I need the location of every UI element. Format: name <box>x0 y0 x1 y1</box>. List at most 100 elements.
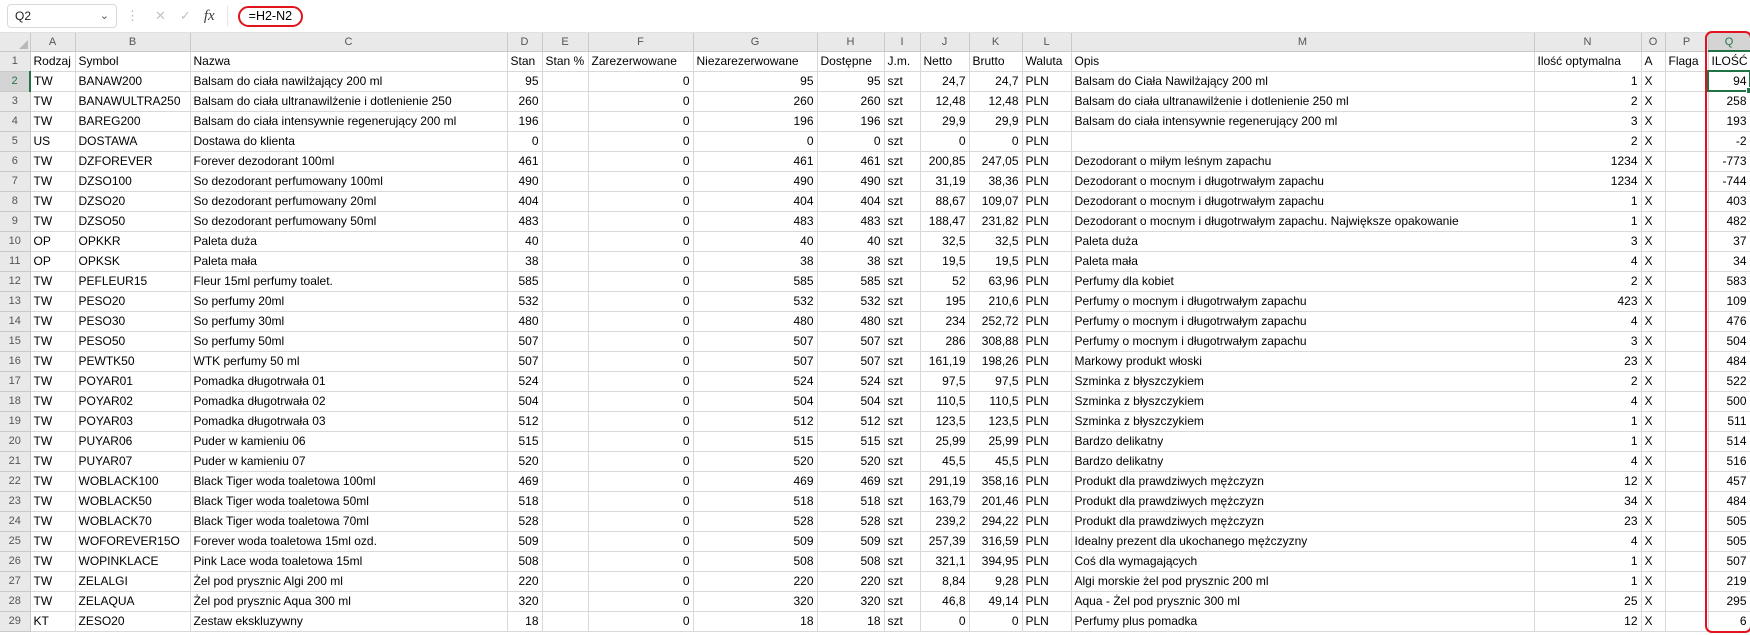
cell-J19[interactable]: 123,5 <box>920 411 970 432</box>
cell-Q23[interactable]: 484 <box>1708 491 1750 512</box>
row-header-3[interactable]: 3 <box>0 91 31 112</box>
cell-D18[interactable]: 504 <box>507 391 543 412</box>
cell-Q24[interactable]: 505 <box>1708 511 1750 532</box>
cell-A12[interactable]: TW <box>30 271 76 292</box>
cell-G21[interactable]: 520 <box>693 451 818 472</box>
cell-L15[interactable]: PLN <box>1022 331 1072 352</box>
cell-C5[interactable]: Dostawa do klienta <box>190 131 508 152</box>
cell-G16[interactable]: 507 <box>693 351 818 372</box>
cell-O15[interactable]: X <box>1641 331 1666 352</box>
cell-I7[interactable]: szt <box>884 171 921 192</box>
cell-P29[interactable] <box>1665 611 1709 632</box>
cell-P18[interactable] <box>1665 391 1709 412</box>
cell-B3[interactable]: BANAWULTRA250 <box>75 91 191 112</box>
cell-K20[interactable]: 25,99 <box>969 431 1023 452</box>
cell-K17[interactable]: 97,5 <box>969 371 1023 392</box>
name-box[interactable]: Q2 ⌄ <box>7 4 117 28</box>
cell-J11[interactable]: 19,5 <box>920 251 970 272</box>
row-header-23[interactable]: 23 <box>0 491 31 512</box>
cell-O8[interactable]: X <box>1641 191 1666 212</box>
cell-A5[interactable]: US <box>30 131 76 152</box>
row-header-8[interactable]: 8 <box>0 191 31 212</box>
cell-N24[interactable]: 23 <box>1534 511 1642 532</box>
cell-K25[interactable]: 316,59 <box>969 531 1023 552</box>
cell-E13[interactable] <box>542 291 589 312</box>
cell-M5[interactable] <box>1071 131 1535 152</box>
cell-D15[interactable]: 507 <box>507 331 543 352</box>
cell-P20[interactable] <box>1665 431 1709 452</box>
cell-F4[interactable]: 0 <box>588 111 694 132</box>
cell-O26[interactable]: X <box>1641 551 1666 572</box>
cell-I14[interactable]: szt <box>884 311 921 332</box>
cancel-icon[interactable]: ✕ <box>155 8 166 24</box>
cell-F6[interactable]: 0 <box>588 151 694 172</box>
cell-P16[interactable] <box>1665 351 1709 372</box>
cell-G22[interactable]: 469 <box>693 471 818 492</box>
cell-K6[interactable]: 247,05 <box>969 151 1023 172</box>
cell-B1[interactable]: Symbol <box>75 51 191 72</box>
cell-M1[interactable]: Opis <box>1071 51 1535 72</box>
cell-M27[interactable]: Algi morskie żel pod prysznic 200 ml <box>1071 571 1535 592</box>
cell-L25[interactable]: PLN <box>1022 531 1072 552</box>
cell-G13[interactable]: 532 <box>693 291 818 312</box>
cell-K15[interactable]: 308,88 <box>969 331 1023 352</box>
cell-E27[interactable] <box>542 571 589 592</box>
cell-J2[interactable]: 24,7 <box>920 71 970 92</box>
cell-C4[interactable]: Balsam do ciała intensywnie regenerujący… <box>190 111 508 132</box>
cell-E8[interactable] <box>542 191 589 212</box>
column-header-I[interactable]: I <box>884 33 921 52</box>
cell-C2[interactable]: Balsam do ciała nawilżający 200 ml <box>190 71 508 92</box>
cell-F21[interactable]: 0 <box>588 451 694 472</box>
cell-F3[interactable]: 0 <box>588 91 694 112</box>
cell-D7[interactable]: 490 <box>507 171 543 192</box>
cell-G4[interactable]: 196 <box>693 111 818 132</box>
column-header-D[interactable]: D <box>507 33 543 52</box>
cell-A27[interactable]: TW <box>30 571 76 592</box>
row-header-24[interactable]: 24 <box>0 511 31 532</box>
cell-I11[interactable]: szt <box>884 251 921 272</box>
cell-D11[interactable]: 38 <box>507 251 543 272</box>
cell-K5[interactable]: 0 <box>969 131 1023 152</box>
row-header-19[interactable]: 19 <box>0 411 31 432</box>
cell-Q12[interactable]: 583 <box>1708 271 1750 292</box>
column-header-K[interactable]: K <box>969 33 1023 52</box>
cell-H25[interactable]: 509 <box>817 531 885 552</box>
cell-N1[interactable]: Ilość optymalna <box>1534 51 1642 72</box>
cell-O22[interactable]: X <box>1641 471 1666 492</box>
cell-G28[interactable]: 320 <box>693 591 818 612</box>
cell-O9[interactable]: X <box>1641 211 1666 232</box>
cell-O23[interactable]: X <box>1641 491 1666 512</box>
cell-C6[interactable]: Forever dezodorant 100ml <box>190 151 508 172</box>
cell-D26[interactable]: 508 <box>507 551 543 572</box>
cell-N19[interactable]: 1 <box>1534 411 1642 432</box>
cell-Q15[interactable]: 504 <box>1708 331 1750 352</box>
cell-H19[interactable]: 512 <box>817 411 885 432</box>
cell-D10[interactable]: 40 <box>507 231 543 252</box>
cell-F19[interactable]: 0 <box>588 411 694 432</box>
cell-F15[interactable]: 0 <box>588 331 694 352</box>
cell-P17[interactable] <box>1665 371 1709 392</box>
row-header-28[interactable]: 28 <box>0 591 31 612</box>
row-header-25[interactable]: 25 <box>0 531 31 552</box>
cell-H20[interactable]: 515 <box>817 431 885 452</box>
cell-Q16[interactable]: 484 <box>1708 351 1750 372</box>
cell-B6[interactable]: DZFOREVER <box>75 151 191 172</box>
cell-M22[interactable]: Produkt dla prawdziwych mężczyzn <box>1071 471 1535 492</box>
cell-I25[interactable]: szt <box>884 531 921 552</box>
cell-L24[interactable]: PLN <box>1022 511 1072 532</box>
cell-M7[interactable]: Dezodorant o mocnym i długotrwałym zapac… <box>1071 171 1535 192</box>
cell-I20[interactable]: szt <box>884 431 921 452</box>
row-header-18[interactable]: 18 <box>0 391 31 412</box>
cell-N15[interactable]: 3 <box>1534 331 1642 352</box>
cell-F9[interactable]: 0 <box>588 211 694 232</box>
row-header-16[interactable]: 16 <box>0 351 31 372</box>
cell-L19[interactable]: PLN <box>1022 411 1072 432</box>
cell-G24[interactable]: 528 <box>693 511 818 532</box>
cell-F5[interactable]: 0 <box>588 131 694 152</box>
cell-B15[interactable]: PESO50 <box>75 331 191 352</box>
cell-I24[interactable]: szt <box>884 511 921 532</box>
column-header-B[interactable]: B <box>75 33 191 52</box>
cell-I1[interactable]: J.m. <box>884 51 921 72</box>
row-header-15[interactable]: 15 <box>0 331 31 352</box>
cell-N12[interactable]: 2 <box>1534 271 1642 292</box>
